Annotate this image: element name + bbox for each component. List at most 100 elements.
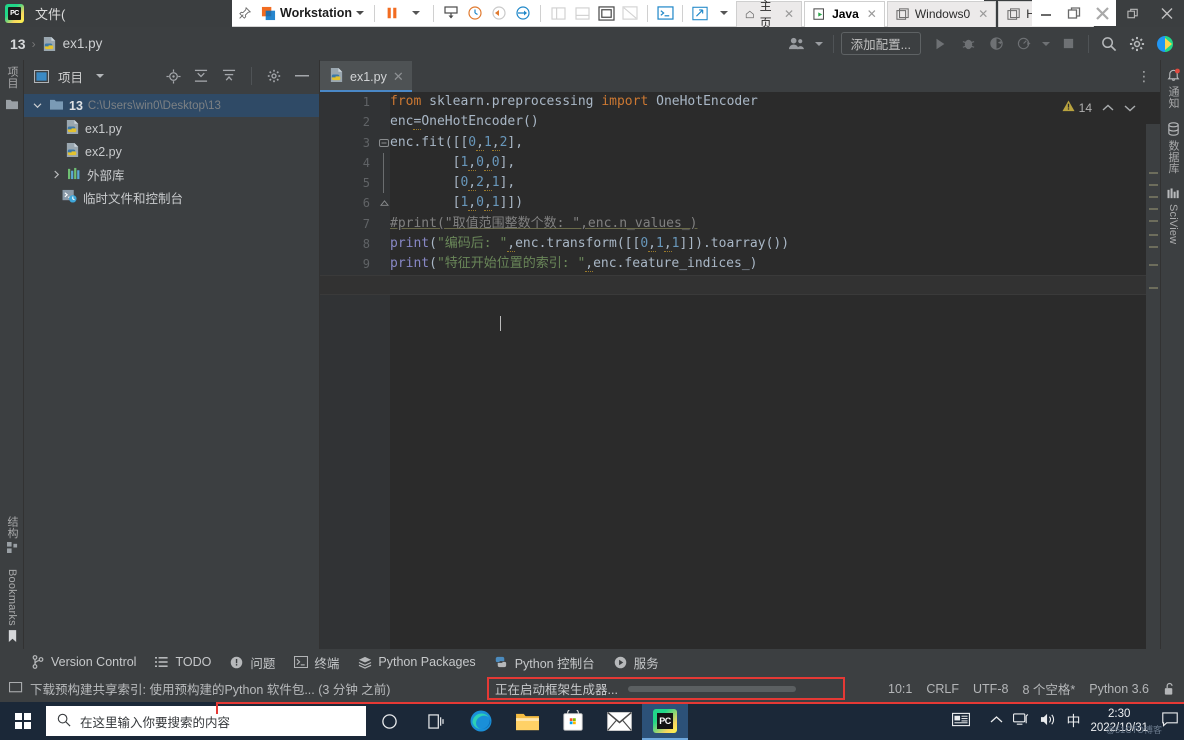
debug-icon[interactable] [955,31,981,57]
library-icon [67,167,82,183]
coverage-icon[interactable] [983,31,1009,57]
chevron-down-icon[interactable] [356,11,364,15]
balloon-icon[interactable] [9,682,23,695]
locate-icon[interactable] [162,65,184,87]
sidebar-item-sciview[interactable]: SciView [1167,188,1180,244]
sidebar-item-bookmarks[interactable]: Bookmarks [6,569,18,643]
close-icon[interactable]: ✕ [784,7,794,21]
status-message[interactable]: 下载预构建共享索引: 使用预构建的Python 软件包... (3 分钟 之前) [30,679,390,698]
background-task-progress[interactable]: 正在启动框架生成器... [487,677,845,700]
tree-node-ex2[interactable]: ex2.py [24,140,319,163]
sidebar-item-database[interactable]: 数据库 [1165,122,1181,174]
editor-more-options-icon[interactable]: ⋮ [1137,68,1152,85]
search-icon[interactable] [1096,31,1122,57]
close-icon[interactable]: ✕ [393,69,404,85]
hide-panel-icon[interactable] [291,65,313,87]
vmware-file-menu[interactable]: 文件( [31,4,69,23]
run-icon[interactable] [927,31,953,57]
previous-problem-icon[interactable] [1102,101,1114,115]
pause-icon[interactable] [380,3,404,24]
lock-open-icon[interactable] [1163,682,1176,696]
close-outer-icon[interactable] [1150,0,1184,27]
sidebar-item-structure[interactable]: 结构 [4,516,20,554]
next-problem-icon[interactable] [1124,101,1136,115]
inspection-warning-badge[interactable]: 14 [1062,100,1136,115]
file-encoding[interactable]: UTF-8 [973,682,1008,696]
chevron-down-icon[interactable] [1039,31,1053,57]
stop-icon[interactable] [1055,31,1081,57]
indent-setting[interactable]: 8 个空格* [1022,679,1075,698]
user-dropdown-icon[interactable] [812,31,826,57]
tool-window-terminal[interactable]: 终端 [293,653,339,672]
tool-window-python-console[interactable]: Python 控制台 [494,653,595,672]
action-center-icon[interactable] [1162,712,1178,730]
revert-snapshot-icon[interactable] [487,3,511,24]
vm-tab-java[interactable]: Java ✕ [804,0,885,27]
pause-dropdown-icon[interactable] [404,3,428,24]
code-editor[interactable]: 1 2 3 4 5 6 7 8 9 10 [320,92,1160,649]
fold-collapse-icon[interactable] [378,133,390,153]
volume-icon[interactable] [1040,712,1056,730]
close-icon[interactable]: ✕ [978,7,988,21]
left-rail-bottom: 结构 Bookmarks [0,516,24,643]
add-configuration-button[interactable]: 添加配置... [840,32,921,55]
expand-icon[interactable] [218,65,240,87]
expand-dropdown-icon[interactable] [712,3,736,24]
editor-tab-ex1[interactable]: ex1.py ✕ [320,61,412,92]
snapshot-manager-icon[interactable] [463,3,487,24]
vm-tab-windows0[interactable]: Windows0 ✕ [886,0,997,27]
sidebar-item-project[interactable]: 项目 [4,66,20,88]
chevron-down-icon[interactable] [89,65,111,87]
collapse-all-icon[interactable] [190,65,212,87]
breadcrumb-project[interactable]: 13 [10,36,26,52]
close-icon[interactable] [1088,0,1116,26]
minimize-icon[interactable] [1032,0,1060,26]
tree-node-13[interactable]: 13 C:\Users\win0\Desktop\13 [24,94,319,117]
expand-arrows-icon[interactable] [688,3,712,24]
tool-window-python-packages[interactable]: Python Packages [357,655,476,670]
inspection-strip[interactable] [1146,124,1160,649]
network-icon[interactable] [1013,712,1030,730]
tool-window-services[interactable]: 服务 [613,653,659,672]
tool-window-problems[interactable]: 问题 [229,653,275,672]
chevron-up-icon[interactable] [990,715,1003,727]
chevron-down-icon[interactable] [30,102,44,109]
workspace-selector[interactable]: Workstation [256,6,369,21]
code-text[interactable]: from sklearn.preprocessing import OneHot… [320,92,1160,649]
ime-indicator[interactable]: 中 [1066,711,1080,731]
profile-icon[interactable] [1011,31,1037,57]
code-folding-column[interactable] [378,92,390,649]
user-group-icon[interactable] [784,31,810,57]
fold-end-icon[interactable] [378,193,390,213]
tree-node-scratches[interactable]: 临时文件和控制台 [24,186,319,209]
list-icon [154,655,169,670]
folder-icon[interactable] [5,98,19,113]
show-sidebar-icon[interactable] [546,3,570,24]
settings-icon[interactable] [1124,31,1150,57]
snapshot-restore-icon[interactable] [511,3,535,24]
restore-outer-icon[interactable] [1116,0,1150,27]
fullscreen-icon[interactable] [594,3,618,24]
pycharm-icon[interactable] [1152,31,1178,57]
tree-node-ex1[interactable]: ex1.py [24,117,319,140]
vm-tab-home[interactable]: 主页 ✕ [736,0,803,30]
restore-icon[interactable] [1060,0,1088,26]
settings-icon[interactable] [263,65,285,87]
close-icon[interactable]: ✕ [867,7,877,21]
caret-position[interactable]: 10:1 [888,682,912,696]
breadcrumb-file[interactable]: ex1.py [63,36,103,51]
python-interpreter[interactable]: Python 3.6 [1089,682,1149,696]
tree-node-external-libraries[interactable]: 外部库 [24,163,319,186]
console-icon[interactable] [653,3,677,24]
start-button[interactable] [0,702,46,740]
line-separator[interactable]: CRLF [926,682,959,696]
chevron-right-icon[interactable] [50,170,62,179]
unity-mode-icon[interactable] [618,3,642,24]
news-icon[interactable] [952,712,971,730]
snapshot-take-icon[interactable] [439,3,463,24]
sidebar-item-notifications[interactable]: 通知 [1165,68,1181,108]
pin-icon[interactable] [232,3,256,24]
tool-window-version-control[interactable]: Version Control [30,655,136,670]
tool-window-todo[interactable]: TODO [154,655,211,670]
show-thumbnail-icon[interactable] [570,3,594,24]
